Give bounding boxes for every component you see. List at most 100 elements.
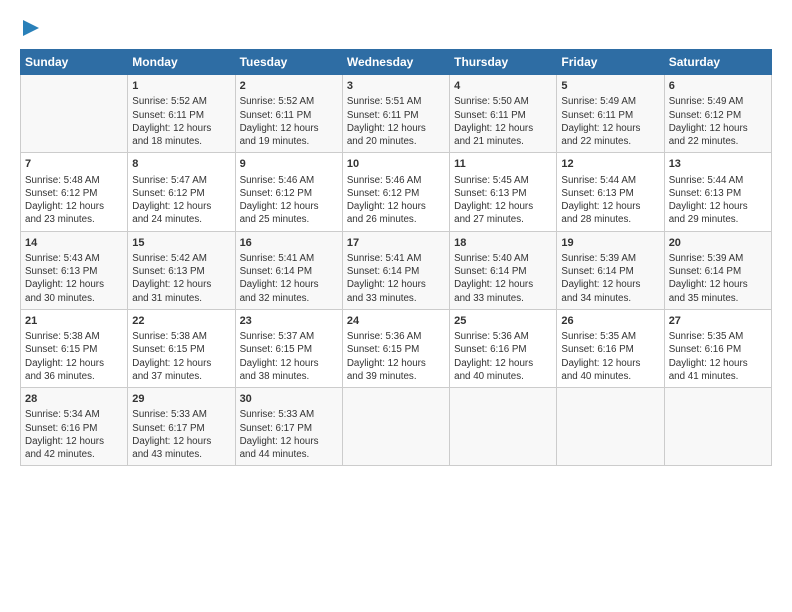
day-number: 18 [454,236,552,251]
day-info: Sunrise: 5:46 AM Sunset: 6:12 PM Dayligh… [347,174,445,227]
day-info: Sunrise: 5:52 AM Sunset: 6:11 PM Dayligh… [132,95,230,148]
day-info: Sunrise: 5:44 AM Sunset: 6:13 PM Dayligh… [561,174,659,227]
col-header-tuesday: Tuesday [235,50,342,75]
logo [20,16,39,41]
col-header-sunday: Sunday [21,50,128,75]
calendar-table: SundayMondayTuesdayWednesdayThursdayFrid… [20,49,772,466]
day-number: 6 [669,79,767,94]
day-number: 4 [454,79,552,94]
calendar-cell: 17Sunrise: 5:41 AM Sunset: 6:14 PM Dayli… [342,231,449,309]
calendar-cell: 30Sunrise: 5:33 AM Sunset: 6:17 PM Dayli… [235,388,342,466]
day-info: Sunrise: 5:43 AM Sunset: 6:13 PM Dayligh… [25,252,123,305]
day-number: 27 [669,314,767,329]
calendar-cell: 20Sunrise: 5:39 AM Sunset: 6:14 PM Dayli… [664,231,771,309]
day-number: 21 [25,314,123,329]
day-number: 5 [561,79,659,94]
day-number: 15 [132,236,230,251]
day-info: Sunrise: 5:41 AM Sunset: 6:14 PM Dayligh… [347,252,445,305]
week-row-2: 7Sunrise: 5:48 AM Sunset: 6:12 PM Daylig… [21,153,772,231]
calendar-cell [557,388,664,466]
day-number: 24 [347,314,445,329]
day-info: Sunrise: 5:36 AM Sunset: 6:16 PM Dayligh… [454,330,552,383]
day-number: 11 [454,157,552,172]
day-info: Sunrise: 5:33 AM Sunset: 6:17 PM Dayligh… [240,408,338,461]
day-info: Sunrise: 5:52 AM Sunset: 6:11 PM Dayligh… [240,95,338,148]
calendar-cell: 1Sunrise: 5:52 AM Sunset: 6:11 PM Daylig… [128,75,235,153]
day-info: Sunrise: 5:42 AM Sunset: 6:13 PM Dayligh… [132,252,230,305]
day-info: Sunrise: 5:39 AM Sunset: 6:14 PM Dayligh… [561,252,659,305]
calendar-cell: 5Sunrise: 5:49 AM Sunset: 6:11 PM Daylig… [557,75,664,153]
calendar-cell: 29Sunrise: 5:33 AM Sunset: 6:17 PM Dayli… [128,388,235,466]
day-info: Sunrise: 5:38 AM Sunset: 6:15 PM Dayligh… [132,330,230,383]
day-info: Sunrise: 5:36 AM Sunset: 6:15 PM Dayligh… [347,330,445,383]
day-info: Sunrise: 5:51 AM Sunset: 6:11 PM Dayligh… [347,95,445,148]
day-number: 7 [25,157,123,172]
calendar-cell: 26Sunrise: 5:35 AM Sunset: 6:16 PM Dayli… [557,309,664,387]
day-info: Sunrise: 5:44 AM Sunset: 6:13 PM Dayligh… [669,174,767,227]
day-info: Sunrise: 5:40 AM Sunset: 6:14 PM Dayligh… [454,252,552,305]
calendar-header-row: SundayMondayTuesdayWednesdayThursdayFrid… [21,50,772,75]
day-number: 12 [561,157,659,172]
calendar-cell [664,388,771,466]
calendar-cell: 18Sunrise: 5:40 AM Sunset: 6:14 PM Dayli… [450,231,557,309]
day-number: 29 [132,392,230,407]
day-number: 2 [240,79,338,94]
calendar-cell: 13 Sunrise: 5:44 AM Sunset: 6:13 PM Dayli… [664,153,771,231]
calendar-cell: 3Sunrise: 5:51 AM Sunset: 6:11 PM Daylig… [342,75,449,153]
calendar-cell: 10 Sunrise: 5:46 AM Sunset: 6:12 PM Dayli… [342,153,449,231]
day-number: 20 [669,236,767,251]
day-info: Sunrise: 5:41 AM Sunset: 6:14 PM Dayligh… [240,252,338,305]
day-info: Sunrise: 5:50 AM Sunset: 6:11 PM Dayligh… [454,95,552,148]
day-number: 23 [240,314,338,329]
day-number: 10 [347,157,445,172]
day-number: 19 [561,236,659,251]
day-info: Sunrise: 5:35 AM Sunset: 6:16 PM Dayligh… [561,330,659,383]
day-number: 13 [669,157,767,172]
week-row-3: 14Sunrise: 5:43 AM Sunset: 6:13 PM Dayli… [21,231,772,309]
calendar-cell: 11 Sunrise: 5:45 AM Sunset: 6:13 PM Dayli… [450,153,557,231]
calendar-cell: 15Sunrise: 5:42 AM Sunset: 6:13 PM Dayli… [128,231,235,309]
calendar-cell: 14Sunrise: 5:43 AM Sunset: 6:13 PM Dayli… [21,231,128,309]
calendar-cell: 7Sunrise: 5:48 AM Sunset: 6:12 PM Daylig… [21,153,128,231]
day-number: 3 [347,79,445,94]
day-number: 30 [240,392,338,407]
day-number: 22 [132,314,230,329]
logo-arrow-icon [23,20,39,36]
calendar-cell: 8Sunrise: 5:47 AM Sunset: 6:12 PM Daylig… [128,153,235,231]
day-number: 14 [25,236,123,251]
calendar-cell: 9Sunrise: 5:46 AM Sunset: 6:12 PM Daylig… [235,153,342,231]
day-number: 8 [132,157,230,172]
page: SundayMondayTuesdayWednesdayThursdayFrid… [0,0,792,476]
col-header-saturday: Saturday [664,50,771,75]
day-info: Sunrise: 5:33 AM Sunset: 6:17 PM Dayligh… [132,408,230,461]
calendar-cell: 4Sunrise: 5:50 AM Sunset: 6:11 PM Daylig… [450,75,557,153]
day-info: Sunrise: 5:37 AM Sunset: 6:15 PM Dayligh… [240,330,338,383]
day-info: Sunrise: 5:45 AM Sunset: 6:13 PM Dayligh… [454,174,552,227]
calendar-cell: 21Sunrise: 5:38 AM Sunset: 6:15 PM Dayli… [21,309,128,387]
day-info: Sunrise: 5:46 AM Sunset: 6:12 PM Dayligh… [240,174,338,227]
day-number: 16 [240,236,338,251]
day-info: Sunrise: 5:39 AM Sunset: 6:14 PM Dayligh… [669,252,767,305]
calendar-cell: 28Sunrise: 5:34 AM Sunset: 6:16 PM Dayli… [21,388,128,466]
col-header-thursday: Thursday [450,50,557,75]
week-row-5: 28Sunrise: 5:34 AM Sunset: 6:16 PM Dayli… [21,388,772,466]
calendar-cell [21,75,128,153]
day-number: 26 [561,314,659,329]
header [20,16,772,41]
col-header-friday: Friday [557,50,664,75]
calendar-cell: 24Sunrise: 5:36 AM Sunset: 6:15 PM Dayli… [342,309,449,387]
day-number: 1 [132,79,230,94]
day-info: Sunrise: 5:49 AM Sunset: 6:12 PM Dayligh… [669,95,767,148]
calendar-cell: 23Sunrise: 5:37 AM Sunset: 6:15 PM Dayli… [235,309,342,387]
col-header-monday: Monday [128,50,235,75]
calendar-cell [450,388,557,466]
day-number: 25 [454,314,552,329]
calendar-cell: 12 Sunrise: 5:44 AM Sunset: 6:13 PM Dayli… [557,153,664,231]
calendar-cell: 19Sunrise: 5:39 AM Sunset: 6:14 PM Dayli… [557,231,664,309]
calendar-cell: 2Sunrise: 5:52 AM Sunset: 6:11 PM Daylig… [235,75,342,153]
day-info: Sunrise: 5:38 AM Sunset: 6:15 PM Dayligh… [25,330,123,383]
day-number: 17 [347,236,445,251]
day-info: Sunrise: 5:49 AM Sunset: 6:11 PM Dayligh… [561,95,659,148]
day-info: Sunrise: 5:35 AM Sunset: 6:16 PM Dayligh… [669,330,767,383]
calendar-cell: 16Sunrise: 5:41 AM Sunset: 6:14 PM Dayli… [235,231,342,309]
